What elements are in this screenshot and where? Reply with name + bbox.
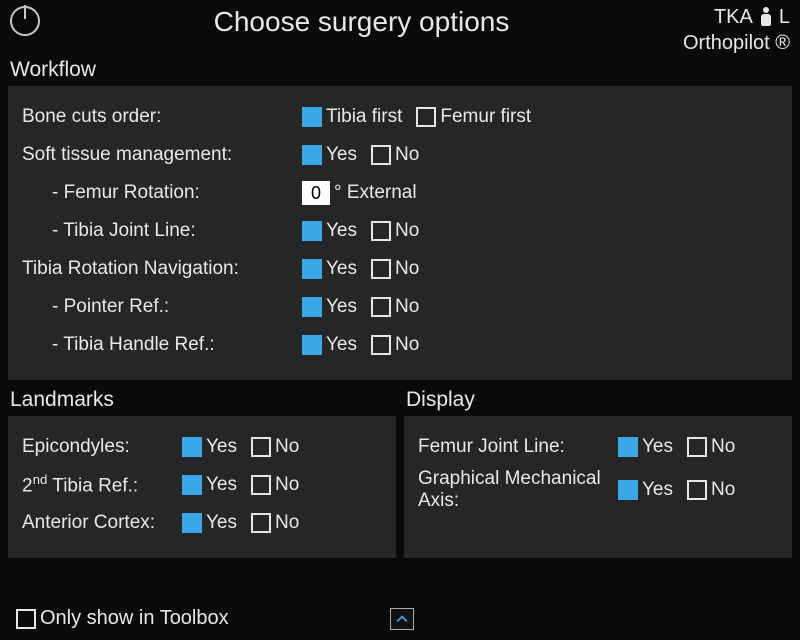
epicondyles-no[interactable]: No bbox=[251, 436, 299, 458]
soft-tissue-no[interactable]: No bbox=[371, 144, 419, 166]
tibia-joint-line-label: - Tibia Joint Line: bbox=[22, 220, 302, 242]
anterior-cortex-yes[interactable]: Yes bbox=[182, 512, 237, 534]
landmarks-section-label: Landmarks bbox=[8, 386, 396, 416]
pointer-ref-label: - Pointer Ref.: bbox=[22, 296, 302, 318]
display-panel: Femur Joint Line: Yes No Graphical Mecha… bbox=[404, 416, 792, 558]
anterior-cortex-label: Anterior Cortex: bbox=[22, 512, 182, 534]
graphical-mech-axis-yes[interactable]: Yes bbox=[618, 479, 673, 501]
epicondyles-yes[interactable]: Yes bbox=[182, 436, 237, 458]
side-label: L bbox=[779, 4, 790, 30]
power-icon[interactable] bbox=[10, 6, 40, 36]
tibia-joint-line-yes[interactable]: Yes bbox=[302, 220, 357, 242]
femur-rotation-input[interactable] bbox=[302, 181, 330, 205]
graphical-mech-axis-no[interactable]: No bbox=[687, 479, 735, 501]
pointer-ref-yes[interactable]: Yes bbox=[302, 296, 357, 318]
femur-joint-line-label: Femur Joint Line: bbox=[418, 436, 618, 458]
bone-cuts-femur-first[interactable]: Femur first bbox=[416, 106, 531, 128]
tibia-handle-ref-no[interactable]: No bbox=[371, 334, 419, 356]
soft-tissue-label: Soft tissue management: bbox=[22, 144, 302, 166]
only-show-in-toolbox[interactable]: Only show in Toolbox bbox=[16, 607, 229, 630]
femur-rotation-suffix: ° External bbox=[334, 182, 417, 204]
workflow-section-label: Workflow bbox=[0, 56, 800, 86]
graphical-mech-axis-label: Graphical Mechanical Axis: bbox=[418, 468, 618, 512]
chevron-up-icon bbox=[396, 613, 408, 625]
femur-rotation-label: - Femur Rotation: bbox=[22, 182, 302, 204]
femur-joint-line-no[interactable]: No bbox=[687, 436, 735, 458]
tibia-rot-nav-no[interactable]: No bbox=[371, 258, 419, 280]
display-section-label: Display bbox=[404, 386, 792, 416]
landmarks-panel: Epicondyles: Yes No 2nd Tibia Ref.: Yes … bbox=[8, 416, 396, 558]
femur-joint-line-yes[interactable]: Yes bbox=[618, 436, 673, 458]
page-title: Choose surgery options bbox=[40, 6, 683, 38]
tibia-joint-line-no[interactable]: No bbox=[371, 220, 419, 242]
tibia-rot-nav-label: Tibia Rotation Navigation: bbox=[22, 258, 302, 280]
tibia-handle-ref-yes[interactable]: Yes bbox=[302, 334, 357, 356]
anterior-cortex-no[interactable]: No bbox=[251, 512, 299, 534]
person-icon bbox=[759, 7, 773, 27]
soft-tissue-yes[interactable]: Yes bbox=[302, 144, 357, 166]
bone-cuts-tibia-first[interactable]: Tibia first bbox=[302, 106, 402, 128]
second-tibia-ref-no[interactable]: No bbox=[251, 474, 299, 496]
scroll-up-button[interactable] bbox=[390, 608, 414, 630]
workflow-panel: Bone cuts order: Tibia first Femur first… bbox=[8, 86, 792, 380]
procedure-label: TKA bbox=[714, 4, 753, 30]
pointer-ref-no[interactable]: No bbox=[371, 296, 419, 318]
brand-label: Orthopilot ® bbox=[683, 30, 790, 56]
bone-cuts-label: Bone cuts order: bbox=[22, 106, 302, 128]
tibia-rot-nav-yes[interactable]: Yes bbox=[302, 258, 357, 280]
tibia-handle-ref-label: - Tibia Handle Ref.: bbox=[22, 334, 302, 356]
second-tibia-ref-label: 2nd Tibia Ref.: bbox=[22, 472, 182, 497]
epicondyles-label: Epicondyles: bbox=[22, 436, 182, 458]
second-tibia-ref-yes[interactable]: Yes bbox=[182, 474, 237, 496]
header-context: TKA L Orthopilot ® bbox=[683, 4, 790, 56]
